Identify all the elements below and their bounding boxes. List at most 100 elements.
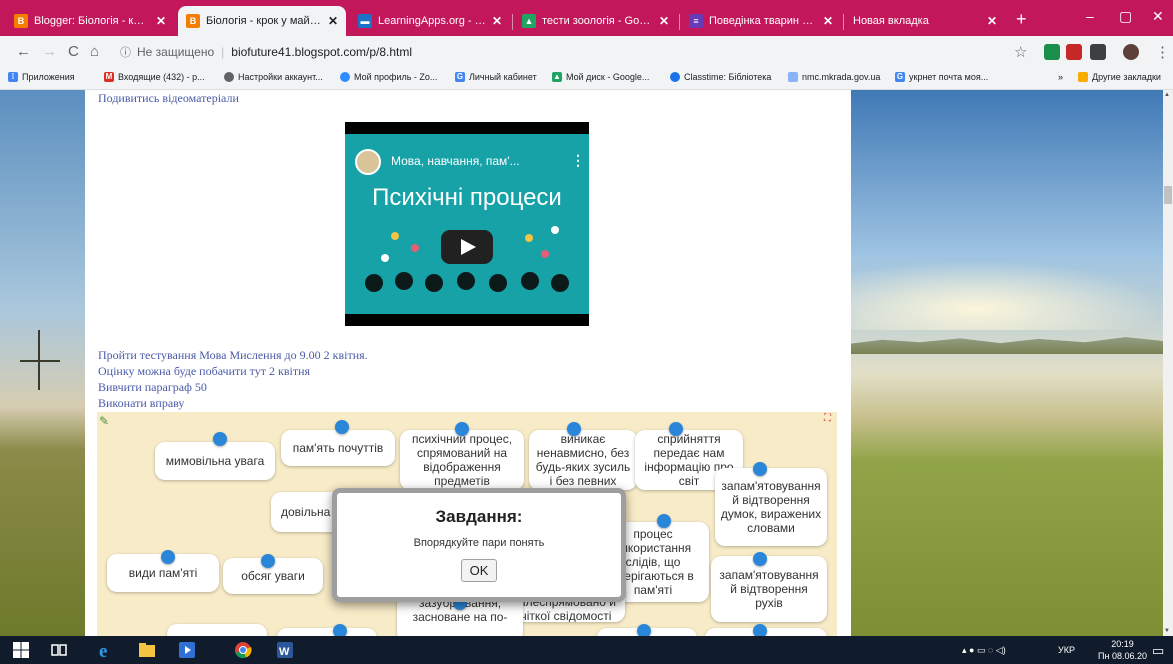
info-icon[interactable]: ⓘ bbox=[120, 44, 131, 60]
card-zapamiatovuvannia-dumok[interactable]: запам'ятовування й відтворення думок, ви… bbox=[715, 468, 827, 546]
card-pin[interactable] bbox=[455, 422, 469, 436]
media-player-icon[interactable] bbox=[178, 641, 196, 659]
page-scrollbar[interactable]: ▲ ▼ bbox=[1163, 90, 1173, 636]
close-icon[interactable]: ✕ bbox=[823, 14, 833, 28]
browser-menu-icon[interactable]: ⋮ bbox=[1155, 43, 1170, 61]
bookmark-star-icon[interactable]: ☆ bbox=[1014, 43, 1027, 61]
site-icon bbox=[788, 72, 798, 82]
word-icon[interactable]: W bbox=[276, 641, 294, 659]
card-pin[interactable] bbox=[261, 554, 275, 568]
bookmark-drive[interactable]: ▲ Мой диск - Google... bbox=[552, 72, 649, 82]
link-video-materials[interactable]: Подивитись відеоматеріали bbox=[98, 91, 239, 106]
extension-icon[interactable] bbox=[1066, 44, 1082, 60]
forward-button[interactable]: → bbox=[42, 43, 57, 60]
scroll-up-arrow[interactable]: ▲ bbox=[1164, 92, 1170, 98]
play-icon[interactable] bbox=[441, 230, 493, 264]
bookmark-zoom[interactable]: Мой профиль - Zo... bbox=[340, 72, 437, 82]
close-icon[interactable]: ✕ bbox=[987, 14, 997, 28]
close-icon[interactable]: ✕ bbox=[156, 14, 166, 28]
card-vynykaie[interactable]: виникає ненавмисно, без будь-яких зусиль… bbox=[529, 430, 637, 490]
ok-button[interactable]: OK bbox=[460, 559, 498, 582]
video-thumbnail: Мова, навчання, пам'... ⋮ Психічні проце… bbox=[345, 134, 589, 314]
silhouette bbox=[489, 274, 507, 292]
edit-icon[interactable]: ✎ bbox=[99, 414, 109, 428]
card-pin[interactable] bbox=[753, 552, 767, 566]
chrome-icon[interactable] bbox=[234, 641, 252, 659]
bookmark-ukrnet[interactable]: Gукрнет почта моя... bbox=[895, 72, 988, 82]
youtube-video-embed[interactable]: Мова, навчання, пам'... ⋮ Психічні проце… bbox=[345, 122, 589, 326]
card-psykhichnyi-protses[interactable]: психічний процес, спрямований на відобра… bbox=[400, 430, 524, 490]
notifications-icon[interactable]: ▭ bbox=[1152, 643, 1164, 659]
close-icon[interactable]: ✕ bbox=[659, 14, 669, 28]
tray-icons[interactable]: ▴ ● ▭ ◌ ◁) bbox=[962, 645, 1006, 656]
clock-time: 20:19 bbox=[1111, 639, 1134, 649]
card-partial[interactable] bbox=[277, 628, 377, 636]
bookmark-apps[interactable]: ⁞ Приложения bbox=[8, 72, 75, 82]
video-menu-icon[interactable]: ⋮ bbox=[571, 152, 585, 169]
card-pin[interactable] bbox=[637, 624, 651, 636]
task-view-icon[interactable] bbox=[50, 641, 68, 659]
internet-explorer-icon[interactable]: e bbox=[98, 641, 116, 659]
card-pin[interactable] bbox=[753, 462, 767, 476]
card-pin[interactable] bbox=[753, 624, 767, 636]
channel-avatar[interactable] bbox=[355, 149, 381, 175]
tab-google-forms[interactable]: ≡ Поведінка тварин узагальн ✕ bbox=[681, 6, 841, 36]
input-language-indicator[interactable]: УКР bbox=[1058, 645, 1075, 655]
new-tab-button[interactable]: + bbox=[1016, 9, 1027, 30]
card-pin[interactable] bbox=[333, 624, 347, 636]
tab-active-biology[interactable]: B Біологія - крок у майбутнє ✕ bbox=[178, 6, 346, 36]
close-window-button[interactable]: ✕ bbox=[1152, 8, 1164, 25]
tab-blogger[interactable]: B Blogger: Біологія - крок у м ✕ bbox=[6, 6, 174, 36]
bookmark-nmc[interactable]: nmc.mkrada.gov.ua bbox=[788, 72, 880, 82]
link-exercise[interactable]: Виконати вправу bbox=[98, 396, 184, 411]
bookmark-cabinet[interactable]: G Личный кабинет bbox=[455, 72, 537, 82]
address-bar[interactable]: ⓘ Не защищено | biofuture41.blogspot.com… bbox=[112, 40, 1032, 64]
card-zapamiatovuvannia-rukhiv[interactable]: запам'ятовування й відтворення рухів bbox=[711, 556, 827, 622]
windows-taskbar: e W ▴ ● ▭ ◌ ◁) УКР 20:19 Пн 08.06.20 ▭ bbox=[0, 636, 1173, 664]
bookmark-classtime[interactable]: Classtime: Бібліотека bbox=[670, 72, 771, 82]
file-explorer-icon[interactable] bbox=[138, 641, 156, 659]
google-icon: G bbox=[895, 72, 905, 82]
close-icon[interactable]: ✕ bbox=[492, 14, 502, 28]
windows-start-icon[interactable] bbox=[12, 641, 30, 659]
bookmark-gmail[interactable]: M Входящие (432) - р... bbox=[104, 72, 205, 82]
card-mymovilna-uvaha[interactable]: мимовільна увага bbox=[155, 442, 275, 480]
bookmark-other[interactable]: Другие закладки bbox=[1078, 72, 1161, 82]
google-drive-icon: ▲ bbox=[552, 72, 562, 82]
tab-new[interactable]: Новая вкладка ✕ bbox=[845, 6, 1005, 36]
tab-learningapps[interactable]: ▬ LearningApps.org - создание ✕ bbox=[350, 6, 510, 36]
learningapps-exercise[interactable]: ✎ ⛶ мимовільна увага пам'ять почуттів пс… bbox=[97, 412, 837, 636]
card-pin[interactable] bbox=[335, 420, 349, 434]
maximize-button[interactable]: ▢ bbox=[1119, 8, 1132, 25]
close-icon[interactable]: ✕ bbox=[328, 14, 338, 28]
card-pin[interactable] bbox=[657, 514, 671, 528]
link-test[interactable]: Пройти тестування Мова Мислення до 9.00 … bbox=[98, 348, 368, 363]
reload-button[interactable]: C bbox=[68, 43, 79, 60]
card-pin[interactable] bbox=[669, 422, 683, 436]
link-grade[interactable]: Оцінку можна буде побачити тут 2 квітня bbox=[98, 364, 310, 379]
bookmark-settings[interactable]: Настройки аккаунт... bbox=[224, 72, 323, 82]
video-title[interactable]: Мова, навчання, пам'... bbox=[391, 154, 520, 168]
url-text[interactable]: biofuture41.blogspot.com/p/8.html bbox=[231, 45, 412, 59]
home-button[interactable]: ⌂ bbox=[90, 43, 99, 60]
bookmarks-overflow-button[interactable]: » bbox=[1058, 72, 1063, 82]
card-pin[interactable] bbox=[161, 550, 175, 564]
card-pin[interactable] bbox=[567, 422, 581, 436]
system-clock[interactable]: 20:19 Пн 08.06.20 bbox=[1098, 638, 1147, 662]
card-partial[interactable] bbox=[167, 624, 267, 636]
power-pole-layer bbox=[0, 90, 85, 636]
link-paragraph[interactable]: Вивчити параграф 50 bbox=[98, 380, 207, 395]
fullscreen-icon[interactable]: ⛶ bbox=[824, 413, 831, 424]
back-button[interactable]: ← bbox=[16, 43, 31, 60]
minimize-button[interactable]: ‒ bbox=[1086, 8, 1094, 24]
scroll-down-arrow[interactable]: ▼ bbox=[1164, 628, 1170, 634]
card-pamyat-pochuttiv[interactable]: пам'ять почуттів bbox=[281, 430, 395, 466]
decor-dot bbox=[551, 226, 559, 234]
card-pin[interactable] bbox=[213, 432, 227, 446]
avatar[interactable] bbox=[1123, 44, 1139, 60]
scroll-thumb[interactable] bbox=[1164, 186, 1172, 204]
tab-google-drive[interactable]: ▲ тести зоологія - Google Ди ✕ bbox=[514, 6, 677, 36]
extension-icon[interactable] bbox=[1090, 44, 1106, 60]
silhouette bbox=[551, 274, 569, 292]
extension-icon[interactable] bbox=[1044, 44, 1060, 60]
